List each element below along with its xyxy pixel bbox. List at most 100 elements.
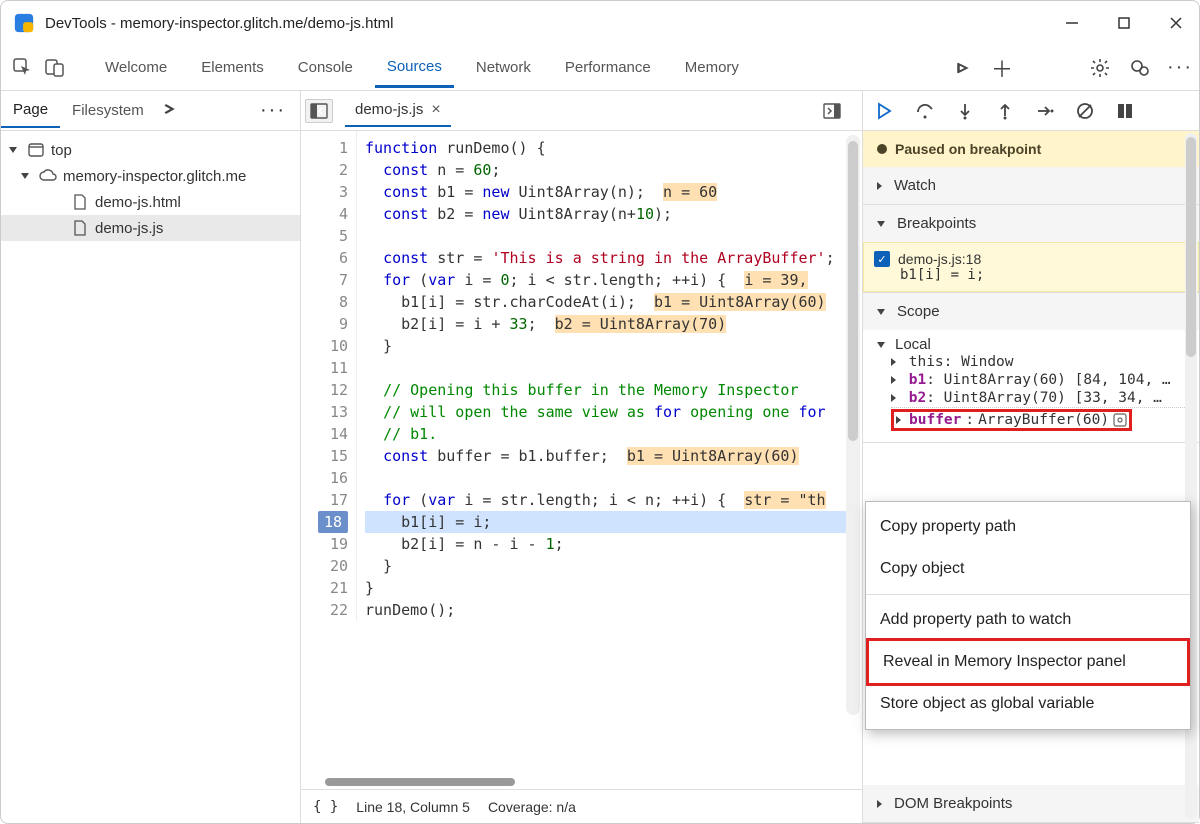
tab-sources[interactable]: Sources xyxy=(375,48,454,88)
tab-memory[interactable]: Memory xyxy=(673,49,751,86)
tree-host[interactable]: memory-inspector.glitch.me xyxy=(1,163,300,189)
file-icon xyxy=(71,219,89,237)
more-tabs-icon[interactable] xyxy=(951,57,973,79)
pause-dot-icon xyxy=(877,144,887,154)
maximize-button[interactable] xyxy=(1113,12,1135,34)
breakpoints-section: Breakpoints ✓ demo-js.js:18 b1[i] = i; xyxy=(863,205,1199,293)
pause-exceptions-icon[interactable] xyxy=(1115,101,1135,121)
local-this[interactable]: this: Window xyxy=(891,353,1185,371)
context-menu-item[interactable]: Add property path to watch xyxy=(866,599,1190,641)
add-tab-icon[interactable]: ＋ xyxy=(991,57,1013,79)
minimize-button[interactable] xyxy=(1061,12,1083,34)
file-tab[interactable]: demo-js.js × xyxy=(345,95,451,127)
step-into-icon[interactable] xyxy=(955,101,975,121)
tree-file-label: demo-js.html xyxy=(95,194,181,211)
debugger-toolbar xyxy=(863,91,1199,131)
chevron-down-icon xyxy=(877,342,885,348)
chevron-right-icon xyxy=(891,376,896,384)
close-button[interactable] xyxy=(1165,12,1187,34)
window-controls xyxy=(1061,12,1187,34)
line-gutter: 12345678910111213141516171819202122 xyxy=(301,131,357,621)
scope-section: Scope Local this: Window b1: Uint8Array(… xyxy=(863,293,1199,443)
device-icon[interactable] xyxy=(41,54,69,82)
inspect-icon[interactable] xyxy=(9,54,37,82)
memory-icon[interactable] xyxy=(1113,413,1127,427)
breakpoint-code: b1[i] = i; xyxy=(898,267,984,283)
local-buffer[interactable]: buffer: ArrayBuffer(60) xyxy=(891,408,1185,432)
tab-network[interactable]: Network xyxy=(464,49,543,86)
scope-header[interactable]: Scope xyxy=(863,293,1199,330)
main-toolbar: Welcome Elements Console Sources Network Perf… xyxy=(1,45,1199,91)
breakpoints-label: Breakpoints xyxy=(897,215,976,232)
tab-console[interactable]: Console xyxy=(286,49,365,86)
dom-breakpoints-label: DOM Breakpoints xyxy=(894,795,1012,812)
tab-welcome[interactable]: Welcome xyxy=(93,49,179,86)
dom-breakpoints-section[interactable]: DOM Breakpoints xyxy=(863,785,1199,823)
more-editor-icon[interactable] xyxy=(818,99,846,123)
local-b2[interactable]: b2: Uint8Array(70) [33, 34, … xyxy=(891,389,1185,408)
tree-file-label: demo-js.js xyxy=(95,220,163,237)
editor-statusbar: { } Line 18, Column 5 Coverage: n/a xyxy=(301,789,862,823)
window-title: DevTools - memory-inspector.glitch.me/de… xyxy=(45,15,1061,32)
more-icon[interactable]: ··· xyxy=(1169,57,1191,79)
code-body: function runDemo() { const n = 60; const… xyxy=(357,131,862,627)
scope-local-label: Local xyxy=(895,336,931,353)
file-tabs: demo-js.js × xyxy=(301,91,862,131)
context-menu: Copy property pathCopy object Add propert… xyxy=(865,501,1191,730)
chevron-right-icon xyxy=(877,800,882,808)
chevron-down-icon xyxy=(877,309,885,315)
file-icon xyxy=(71,193,89,211)
settings-icon[interactable] xyxy=(1089,57,1111,79)
horizontal-scrollbar[interactable] xyxy=(301,775,862,789)
checkbox-icon[interactable]: ✓ xyxy=(874,251,890,267)
toolbar-tabs: Welcome Elements Console Sources Network Perf… xyxy=(93,48,751,88)
context-menu-item[interactable]: Copy property path xyxy=(866,506,1190,548)
tree-file[interactable]: demo-js.html xyxy=(1,189,300,215)
coverage-status: Coverage: n/a xyxy=(488,799,576,815)
step-out-icon[interactable] xyxy=(995,101,1015,121)
navigator-subtabs: Page Filesystem ··· xyxy=(1,91,300,131)
file-tab-label: demo-js.js xyxy=(355,101,423,118)
close-tab-icon[interactable]: × xyxy=(431,101,440,119)
scope-label: Scope xyxy=(897,303,940,320)
context-menu-item[interactable]: Copy object xyxy=(866,548,1190,590)
vertical-scrollbar[interactable] xyxy=(846,135,860,715)
tab-elements[interactable]: Elements xyxy=(189,49,276,86)
navigator-overflow-icon[interactable]: ··· xyxy=(260,99,286,122)
local-b1[interactable]: b1: Uint8Array(60) [84, 104, … xyxy=(891,371,1185,389)
toggle-navigator-icon[interactable] xyxy=(305,99,333,123)
braces-icon[interactable]: { } xyxy=(313,799,338,815)
breakpoint-location: demo-js.js:18 xyxy=(898,251,984,267)
context-menu-item[interactable]: Store object as global variable xyxy=(866,683,1190,725)
code-editor[interactable]: 12345678910111213141516171819202122 func… xyxy=(301,131,862,789)
step-icon[interactable] xyxy=(1035,101,1055,121)
paused-banner: Paused on breakpoint xyxy=(863,131,1199,167)
chevron-down-icon xyxy=(9,147,17,153)
deactivate-breakpoints-icon[interactable] xyxy=(1075,101,1095,121)
more-subtabs-icon[interactable] xyxy=(162,102,176,119)
devtools-icon xyxy=(13,12,35,34)
cursor-position: Line 18, Column 5 xyxy=(356,799,470,815)
step-over-icon[interactable] xyxy=(915,101,935,121)
feedback-icon[interactable] xyxy=(1129,57,1151,79)
subtab-filesystem[interactable]: Filesystem xyxy=(60,94,156,127)
context-menu-item[interactable]: Reveal in Memory Inspector panel xyxy=(866,638,1190,686)
chevron-right-icon xyxy=(891,394,896,402)
tree-host-label: memory-inspector.glitch.me xyxy=(63,168,246,185)
navigator-panel: Page Filesystem ··· top memory-inspector… xyxy=(1,91,301,823)
tab-performance[interactable]: Performance xyxy=(553,49,663,86)
resume-icon[interactable] xyxy=(875,101,895,121)
chevron-down-icon xyxy=(21,173,29,179)
chevron-right-icon xyxy=(877,182,882,190)
file-tree: top memory-inspector.glitch.me demo-js.h… xyxy=(1,131,300,247)
window-icon xyxy=(27,141,45,159)
chevron-down-icon xyxy=(877,221,885,227)
subtab-page[interactable]: Page xyxy=(1,93,60,128)
breakpoints-header[interactable]: Breakpoints xyxy=(863,205,1199,242)
watch-label: Watch xyxy=(894,177,936,194)
tree-file[interactable]: demo-js.js xyxy=(1,215,300,241)
tree-top[interactable]: top xyxy=(1,137,300,163)
scope-local[interactable]: Local xyxy=(877,336,1185,353)
breakpoint-item[interactable]: ✓ demo-js.js:18 b1[i] = i; xyxy=(863,242,1199,292)
watch-section[interactable]: Watch xyxy=(863,167,1199,205)
